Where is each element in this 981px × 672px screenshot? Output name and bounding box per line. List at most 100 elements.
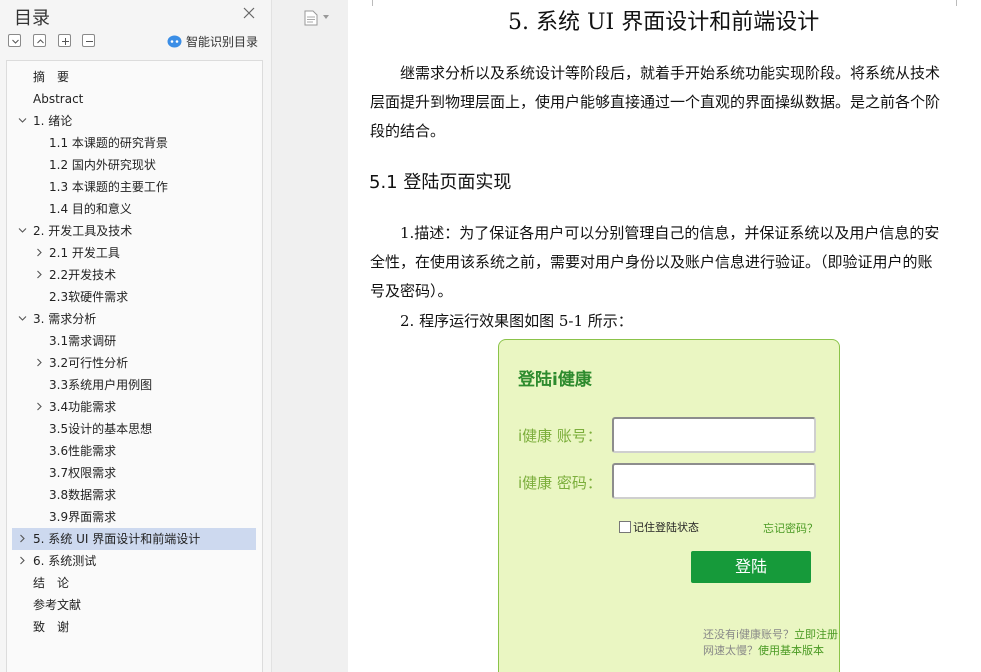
chevron-right-icon[interactable] (18, 534, 27, 543)
basic-version-prompt: 网速太慢？使用基本版本 (703, 642, 824, 658)
toc-item[interactable]: 3.9界面需求 (12, 506, 256, 528)
toc-item-label: 参考文献 (33, 598, 82, 612)
toc-list: 摘 要 Abstract 1. 绪论 1.1 本课题的研究背景 1.2 国内外研究现状 1… (6, 60, 263, 672)
toc-item-label: 2. 开发工具及技术 (33, 224, 133, 238)
paragraph-line: 号及密码）。 (370, 282, 453, 300)
smart-recognize-icon (167, 35, 182, 48)
document-icon[interactable] (304, 10, 318, 26)
toc-item[interactable]: 1.2 国内外研究现状 (12, 154, 256, 176)
toc-item-label: 摘 要 (33, 70, 70, 84)
login-title: 登陆i健康 (518, 370, 592, 390)
toc-item[interactable]: 摘 要 (12, 66, 256, 88)
close-icon[interactable] (242, 6, 256, 20)
toc-item-label: 3.7权限需求 (49, 466, 117, 480)
account-label: i健康 账号： (518, 427, 602, 445)
collapse-all-icon[interactable] (8, 34, 21, 47)
toc-item[interactable]: 2.2开发技术 (12, 264, 256, 286)
toc-item-label: 3.4功能需求 (49, 400, 117, 414)
toc-item[interactable]: 3.4功能需求 (12, 396, 256, 418)
toc-sidebar: 目录 智能识别目录 摘 要 Abstract 1. 绪论 1.1 本课题的研究背景 1.… (0, 0, 272, 672)
chapter-heading: 5. 系统 UI 界面设计和前端设计 (508, 10, 820, 35)
toc-item[interactable]: 2. 开发工具及技术 (12, 220, 256, 242)
toc-item[interactable]: 3.5设计的基本思想 (12, 418, 256, 440)
document-area: 5. 系统 UI 界面设计和前端设计 继需求分析以及系统设计等阶段后，就着手开始… (273, 0, 981, 672)
account-field (612, 417, 816, 453)
paragraph-line: 1.描述：为了保证各用户可以分别管理自己的信息，并保证系统以及用户信息的安 (400, 224, 940, 242)
chevron-right-icon[interactable] (35, 270, 44, 279)
toc-item[interactable]: 3.1需求调研 (12, 330, 256, 352)
chevron-down-icon[interactable] (18, 116, 27, 125)
toc-item-label: 3.6性能需求 (49, 444, 117, 458)
document-page: 5. 系统 UI 界面设计和前端设计 继需求分析以及系统设计等阶段后，就着手开始… (348, 0, 981, 672)
toc-item[interactable]: 3.2可行性分析 (12, 352, 256, 374)
toc-item-label: 结 论 (33, 576, 70, 590)
toc-item[interactable]: 3.3系统用户用例图 (12, 374, 256, 396)
remove-heading-icon[interactable] (82, 34, 95, 47)
toc-item[interactable]: 参考文献 (12, 594, 256, 616)
paragraph-line: 段的结合。 (370, 122, 446, 140)
smart-toc-button[interactable]: 智能识别目录 (167, 33, 258, 50)
checkbox-icon (619, 521, 631, 533)
chevron-down-icon[interactable] (18, 226, 27, 235)
smart-toc-label: 智能识别目录 (186, 35, 259, 49)
toc-item-label: 致 谢 (33, 620, 70, 634)
toc-item-label: 5. 系统 UI 界面设计和前端设计 (33, 532, 201, 546)
toc-item-label: 3.1需求调研 (49, 334, 117, 348)
toc-item-label: 3.9界面需求 (49, 510, 117, 524)
toc-item[interactable]: 6. 系统测试 (12, 550, 256, 572)
chevron-right-icon[interactable] (35, 402, 44, 411)
paragraph-line: 2. 程序运行效果图如图 5-1 所示： (400, 312, 633, 330)
page-margin-mark (372, 0, 373, 6)
basic-version-link: 使用基本版本 (758, 644, 824, 657)
toc-item[interactable]: 1.4 目的和意义 (12, 198, 256, 220)
toc-item-label: 2.3软硬件需求 (49, 290, 129, 304)
forgot-password-link: 忘记密码？ (763, 522, 818, 535)
toc-item-label: 1.2 国内外研究现状 (49, 158, 156, 172)
toc-item-label: 2.1 开发工具 (49, 246, 120, 260)
paragraph-line: 继需求分析以及系统设计等阶段后，就着手开始系统功能实现阶段。将系统从技术 (400, 64, 941, 82)
toc-item-label: 1. 绪论 (33, 114, 73, 128)
register-prompt-text: 还没有i健康账号？ (703, 628, 795, 641)
login-figure-image[interactable]: 登陆i健康 i健康 账号： i健康 密码： 记住登陆状态 忘记密码？ 登陆 还没… (498, 339, 840, 672)
toc-item-label: 1.1 本课题的研究背景 (49, 136, 168, 150)
toc-item-label: Abstract (33, 92, 84, 106)
toc-item-label: 6. 系统测试 (33, 554, 97, 568)
chevron-right-icon[interactable] (35, 358, 44, 367)
toc-item[interactable]: 1.3 本课题的主要工作 (12, 176, 256, 198)
slow-net-text: 网速太慢？ (703, 644, 758, 657)
toc-item[interactable]: 3.8数据需求 (12, 484, 256, 506)
toc-item[interactable]: 致 谢 (12, 616, 256, 638)
page-margin-mark (956, 0, 957, 6)
paragraph-line: 层面提升到物理层面上，使用户能够直接通过一个直观的界面操纵数据。是之前各个阶 (370, 93, 941, 111)
expand-up-icon[interactable] (33, 34, 46, 47)
chevron-down-icon[interactable] (323, 15, 329, 19)
toc-item-label: 3. 需求分析 (33, 312, 97, 326)
chevron-right-icon[interactable] (35, 248, 44, 257)
toc-item[interactable]: Abstract (12, 88, 256, 110)
toc-item-label: 1.4 目的和意义 (49, 202, 132, 216)
toc-item[interactable]: 3.7权限需求 (12, 462, 256, 484)
sidebar-title: 目录 (14, 8, 50, 29)
chevron-down-icon[interactable] (18, 314, 27, 323)
password-field (612, 463, 816, 499)
toc-item-label: 1.3 本课题的主要工作 (49, 180, 168, 194)
toc-item[interactable]: 1.1 本课题的研究背景 (12, 132, 256, 154)
toc-item-label: 3.2可行性分析 (49, 356, 129, 370)
toc-item[interactable]: 1. 绪论 (12, 110, 256, 132)
add-heading-icon[interactable] (58, 34, 71, 47)
login-button: 登陆 (691, 551, 811, 583)
toc-item[interactable]: 2.3软硬件需求 (12, 286, 256, 308)
toc-item[interactable]: 3. 需求分析 (12, 308, 256, 330)
remember-login-label: 记住登陆状态 (633, 521, 699, 534)
toc-item[interactable]: 2.1 开发工具 (12, 242, 256, 264)
toc-item[interactable]: 3.6性能需求 (12, 440, 256, 462)
section-heading: 5.1 登陆页面实现 (369, 172, 512, 193)
toc-item[interactable]: 5. 系统 UI 界面设计和前端设计 (12, 528, 256, 550)
toc-item[interactable]: 结 论 (12, 572, 256, 594)
remember-login-checkbox: 记住登陆状态 (619, 519, 699, 535)
toc-item-label: 3.8数据需求 (49, 488, 117, 502)
toc-item-label: 2.2开发技术 (49, 268, 117, 282)
register-link: 立即注册 (794, 628, 839, 641)
password-label: i健康 密码： (518, 474, 602, 492)
chevron-right-icon[interactable] (18, 556, 27, 565)
